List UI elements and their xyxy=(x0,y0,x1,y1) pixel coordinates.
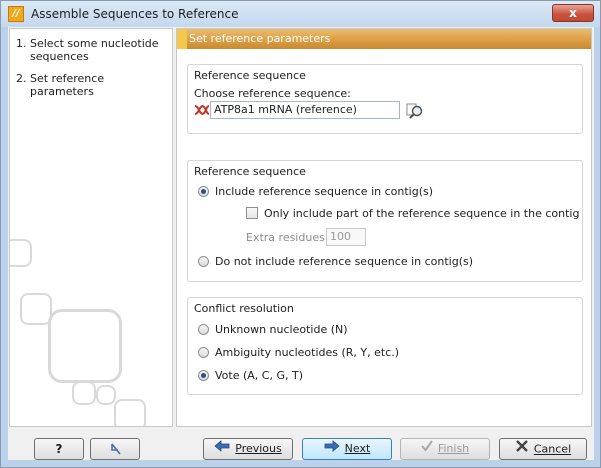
exclude-reference-label: Do not include reference sequence in con… xyxy=(215,255,474,268)
steps-panel: 1. Select some nucleotide sequences 2. S… xyxy=(9,28,173,427)
help-button[interactable]: ? xyxy=(34,438,84,460)
only-part-checkbox[interactable] xyxy=(246,207,258,219)
decorative-square xyxy=(10,239,32,267)
exclude-reference-radio[interactable] xyxy=(198,256,209,267)
conflict-option-label: Ambiguity nucleotides (R, Y, etc.) xyxy=(215,346,400,359)
exclude-reference-option[interactable]: Do not include reference sequence in con… xyxy=(198,255,498,269)
finish-label: Finish xyxy=(437,442,470,455)
step-label: Set reference parameters xyxy=(30,72,105,98)
dialog-window: // Assemble Sequences to Reference x 1. … xyxy=(0,0,601,468)
next-button[interactable]: Next xyxy=(302,438,392,460)
conflict-option-label: Vote (A, C, G, T) xyxy=(215,369,303,382)
close-icon: x xyxy=(569,6,577,20)
arrow-left-icon xyxy=(214,439,230,459)
extra-residues-label: Extra residues: xyxy=(246,231,329,244)
reference-sequence-group: Reference sequence Choose reference sequ… xyxy=(187,64,583,134)
group-title: Reference sequence xyxy=(194,165,306,178)
step-number: 2. xyxy=(16,72,27,85)
only-part-label: Only include part of the reference seque… xyxy=(264,207,580,220)
app-icon: // xyxy=(8,6,24,22)
include-reference-radio[interactable] xyxy=(198,186,209,197)
conflict-option-label: Unknown nucleotide (N) xyxy=(215,323,348,336)
conflict-option-ambiguity[interactable]: Ambiguity nucleotides (R, Y, etc.) xyxy=(198,346,458,360)
group-title: Reference sequence xyxy=(194,69,306,82)
decorative-square xyxy=(96,385,116,405)
reset-button[interactable] xyxy=(90,438,140,460)
conflict-option-vote[interactable]: Vote (A, C, G, T) xyxy=(198,369,458,383)
decorative-square xyxy=(72,381,96,405)
group-title: Conflict resolution xyxy=(194,302,294,315)
choose-reference-label: Choose reference sequence: xyxy=(194,87,351,100)
only-part-option[interactable]: Only include part of the reference seque… xyxy=(246,207,580,221)
cancel-button[interactable]: Cancel xyxy=(499,438,587,460)
conflict-option-unknown[interactable]: Unknown nucleotide (N) xyxy=(198,323,458,337)
reference-sequence-value: ATP8a1 mRNA (reference) xyxy=(214,103,357,116)
help-icon: ? xyxy=(55,442,63,456)
conflict-radio[interactable] xyxy=(198,370,209,381)
panel-header-title: Set reference parameters xyxy=(189,32,331,45)
content-panel: Set reference parameters Reference seque… xyxy=(176,28,592,427)
arrow-right-icon xyxy=(324,439,340,459)
extra-residues-value: 100 xyxy=(330,230,351,243)
step-number: 1. xyxy=(16,37,27,50)
header-tab xyxy=(177,29,187,49)
close-button[interactable]: x xyxy=(552,4,594,22)
reference-sequence-field[interactable]: ATP8a1 mRNA (reference) xyxy=(210,101,400,119)
conflict-resolution-group: Conflict resolution Unknown nucleotide (… xyxy=(187,297,583,395)
include-reference-label: Include reference sequence in contig(s) xyxy=(215,185,434,198)
title-bar[interactable]: // Assemble Sequences to Reference x xyxy=(1,1,600,27)
conflict-radio[interactable] xyxy=(198,347,209,358)
cancel-label: Cancel xyxy=(533,442,572,456)
next-label: Next xyxy=(344,442,371,455)
previous-label: Previous xyxy=(235,442,282,455)
step-label: Select some nucleotide sequences xyxy=(30,37,159,63)
decorative-square xyxy=(48,309,122,383)
conflict-radio[interactable] xyxy=(198,324,209,335)
reset-icon xyxy=(108,442,122,455)
panel-header: Set reference parameters xyxy=(177,29,591,49)
dna-icon xyxy=(194,103,210,117)
window-title: Assemble Sequences to Reference xyxy=(31,7,239,21)
dialog-body: 1. Select some nucleotide sequences 2. S… xyxy=(8,27,594,460)
finish-button[interactable]: Finish xyxy=(400,438,490,460)
x-icon xyxy=(515,439,529,460)
checkmark-icon xyxy=(421,439,433,459)
extra-residues-field[interactable]: 100 xyxy=(326,228,366,246)
decorative-square xyxy=(114,399,146,426)
include-reference-option[interactable]: Include reference sequence in contig(s) xyxy=(198,185,498,199)
previous-button[interactable]: Previous xyxy=(203,438,293,460)
browse-icon[interactable] xyxy=(406,102,424,120)
include-reference-group: Reference sequence Include reference seq… xyxy=(187,160,583,282)
